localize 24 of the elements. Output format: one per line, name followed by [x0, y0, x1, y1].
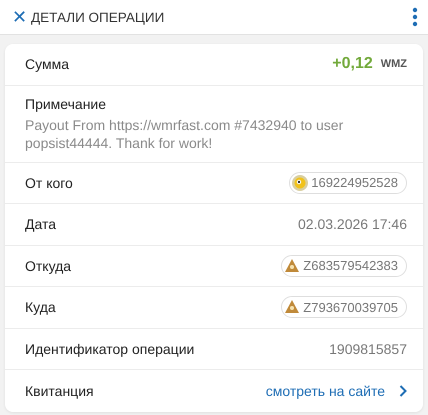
field-value: 02.03.2026 17:46: [298, 216, 407, 232]
field-label: Куда: [25, 299, 57, 316]
field-label: Откуда: [25, 258, 72, 274]
field-label: Дата: [25, 216, 58, 232]
wallet-chip[interactable]: Z793670039705: [281, 296, 407, 318]
close-button[interactable]: ✕: [12, 8, 27, 26]
note-text: Payout From https://wmrfast.com #7432940 to user popsist44444. Thank for work!: [25, 116, 344, 152]
amount-value: +0,12: [332, 55, 373, 74]
screen-title: ДЕТАЛИ ОПЕРАЦИИ: [31, 10, 166, 24]
view-on-site-link[interactable]: смотреть на сайте: [266, 382, 385, 399]
avatar-icon: [292, 174, 308, 191]
currency-label: WMZ: [380, 58, 407, 70]
pyramid-icon: [284, 258, 300, 274]
more-menu-icon[interactable]: [412, 7, 418, 27]
field-label: Сумма: [25, 56, 70, 72]
field-label: Идентификатор операции: [25, 340, 196, 357]
pyramid-icon: [284, 299, 300, 316]
field-label: Примечание: [25, 96, 106, 112]
field-value: 1909815857: [329, 340, 407, 357]
chevron-right-icon[interactable]: [399, 384, 407, 397]
wallet-chip[interactable]: 169224952528: [289, 172, 407, 194]
field-label: Квитанция: [25, 382, 95, 399]
wallet-chip[interactable]: Z683579542383: [281, 254, 407, 277]
field-label: От кого: [25, 174, 74, 191]
